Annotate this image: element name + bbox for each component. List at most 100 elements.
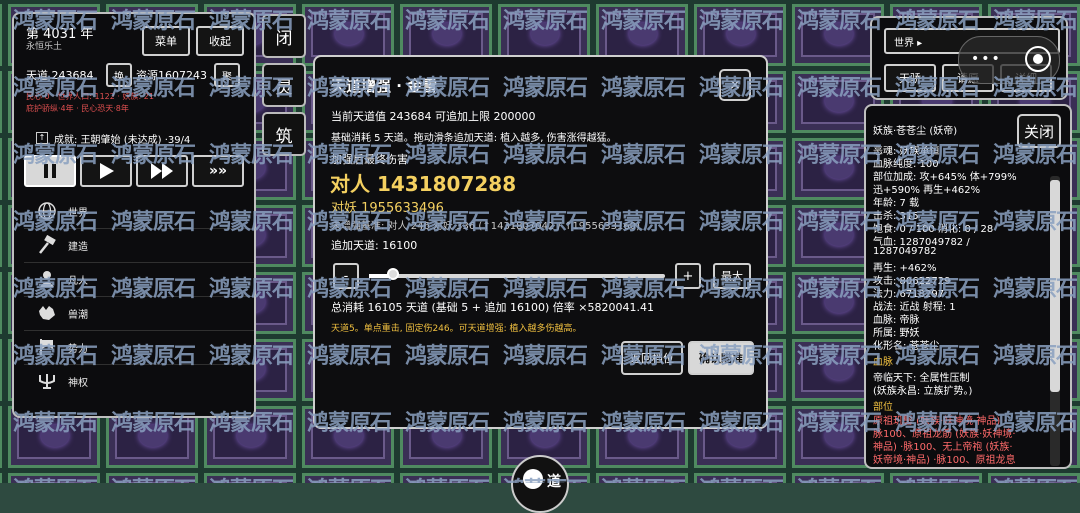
map-tile[interactable]: 鸿蒙原石 [988,473,1080,483]
tile-label: 鸿蒙原石 [209,343,294,369]
tile-label: 鸿蒙原石 [405,410,490,436]
tile-label: 鸿蒙原石 [111,209,196,235]
damage-vs-human: 对人 1431807288 [330,172,517,196]
tile-label: 鸿蒙原石 [209,410,294,436]
sidebar-item-label: 神权 [68,377,88,389]
tile-label: 鸿蒙原石 [601,209,686,235]
detail-line: (妖族永昌: 立族扩势。) [873,386,973,397]
tile-label: 鸿蒙原石 [13,142,98,168]
beast-icon [34,301,60,325]
tile-label: 鸿蒙原石 [307,142,392,168]
trident-icon [34,369,60,393]
map-tile[interactable]: 鸿蒙原石 [0,473,2,483]
tile-label: 鸿蒙原石 [13,75,98,101]
map-tile[interactable]: 鸿蒙原石 [0,205,2,267]
tile-label: 鸿蒙原石 [797,209,882,235]
tile-label: 鸿蒙原石 [209,209,294,235]
sidebar-item-label: 建造 [68,241,88,253]
map-tile[interactable]: 鸿蒙原石 [0,272,2,334]
tile-label: 鸿蒙原石 [111,343,196,369]
tile-label: 鸿蒙原石 [503,343,588,369]
tile-label: 鸿蒙原石 [405,142,490,168]
tile-label: 鸿蒙原石 [307,410,392,436]
tile-label: 鸿蒙原石 [993,75,1078,101]
tile-label: 鸿蒙原石 [895,75,980,101]
map-tile[interactable]: 鸿蒙原石 [400,406,492,468]
tile-label: 鸿蒙原石 [13,410,98,436]
map-tile[interactable]: 鸿蒙原石 [0,339,2,401]
tile-label: 鸿蒙原石 [895,276,980,302]
map-tile[interactable]: 鸿蒙原石 [694,406,786,468]
tile-label: 鸿蒙原石 [209,276,294,302]
tile-label: 鸿蒙原石 [405,472,490,483]
map-tile[interactable]: 鸿蒙原石 [302,473,394,483]
map-tile[interactable]: 鸿蒙原石 [106,406,198,468]
map-tile[interactable]: 鸿蒙原石 [400,473,492,483]
tile-label: 鸿蒙原石 [601,410,686,436]
map-tile[interactable]: 鸿蒙原石 [302,406,394,468]
tile-label: 鸿蒙原石 [13,472,98,483]
tile-label: 鸿蒙原石 [797,276,882,302]
tile-label: 鸿蒙原石 [601,472,686,483]
note-line: 天道5。单点重击, 固定伤246。可天道增强: 植入越多伤越高。 [331,324,582,334]
map-tile[interactable]: 鸿蒙原石 [596,473,688,483]
tile-label: 鸿蒙原石 [797,142,882,168]
realm-label: 永恒乐土 [26,42,63,52]
map-tile[interactable]: 鸿蒙原石 [792,473,884,483]
dao-button[interactable]: 道 [511,455,569,513]
tile-label: 鸿蒙原石 [111,8,196,34]
tile-label: 鸿蒙原石 [503,472,588,483]
tile-label: 鸿蒙原石 [601,75,686,101]
tile-label: 鸿蒙原石 [13,343,98,369]
tile-label: 鸿蒙原石 [895,472,980,483]
tile-label: 鸿蒙原石 [797,472,882,483]
tile-label: 鸿蒙原石 [601,276,686,302]
map-tile[interactable]: 鸿蒙原石 [596,406,688,468]
tile-label: 鸿蒙原石 [503,209,588,235]
tile-label: 鸿蒙原石 [993,276,1078,302]
tiandao-enhance-dialog: 天道增强 · 金雷 × 当前天道值 243684 可追加上限 200000 基础… [313,55,768,429]
detail-line: 1287049782 [873,246,937,257]
tile-label: 鸿蒙原石 [993,343,1078,369]
map-tile[interactable]: 鸿蒙原石 [694,473,786,483]
stats-line-2: 庇护骄纵·4年 · 民心恐天·8年 [26,104,129,113]
tile-label: 鸿蒙原石 [405,209,490,235]
tile-label: 鸿蒙原石 [993,209,1078,235]
tile-label: 鸿蒙原石 [503,8,588,34]
sidebar-item-label: 兽潮 [68,309,88,321]
tile-label: 鸿蒙原石 [111,276,196,302]
map-tile[interactable]: 鸿蒙原石 [498,473,590,483]
tile-label: 鸿蒙原石 [13,8,98,34]
tile-label: 鸿蒙原石 [993,410,1078,436]
tile-label: 鸿蒙原石 [405,75,490,101]
hammer-icon [34,233,60,257]
map-tile[interactable]: 鸿蒙原石 [890,473,982,483]
map-tile[interactable]: 鸿蒙原石 [0,406,2,468]
tile-label: 鸿蒙原石 [307,75,392,101]
tile-label: 鸿蒙原石 [405,8,490,34]
tile-label: 鸿蒙原石 [797,8,882,34]
tile-label: 鸿蒙原石 [503,410,588,436]
map-tile[interactable]: 鸿蒙原石 [204,406,296,468]
tile-label: 鸿蒙原石 [699,276,784,302]
tile-label: 鸿蒙原石 [405,343,490,369]
map-tile[interactable]: 鸿蒙原石 [204,473,296,483]
map-tile[interactable]: 鸿蒙原石 [0,4,2,66]
target-icon[interactable] [1025,46,1051,72]
map-tile[interactable]: 鸿蒙原石 [8,406,100,468]
tile-label: 鸿蒙原石 [797,410,882,436]
map-tile[interactable]: 鸿蒙原石 [0,138,2,200]
tile-label: 鸿蒙原石 [111,410,196,436]
map-tile[interactable]: 鸿蒙原石 [0,71,2,133]
map-tile[interactable]: 鸿蒙原石 [8,473,100,483]
add-tiandao-label: 追加天道: 16100 [331,239,418,252]
current-tiandao-line: 当前天道值 243684 可追加上限 200000 [331,110,536,123]
tile-label: 鸿蒙原石 [209,75,294,101]
map-tile[interactable]: 鸿蒙原石 [106,473,198,483]
tile-label: 鸿蒙原石 [503,142,588,168]
tile-label: 鸿蒙原石 [503,276,588,302]
tile-label: 鸿蒙原石 [797,75,882,101]
tile-label: 鸿蒙原石 [993,8,1078,34]
more-dots-icon[interactable]: ••• [971,52,1015,66]
tile-label: 鸿蒙原石 [895,142,980,168]
